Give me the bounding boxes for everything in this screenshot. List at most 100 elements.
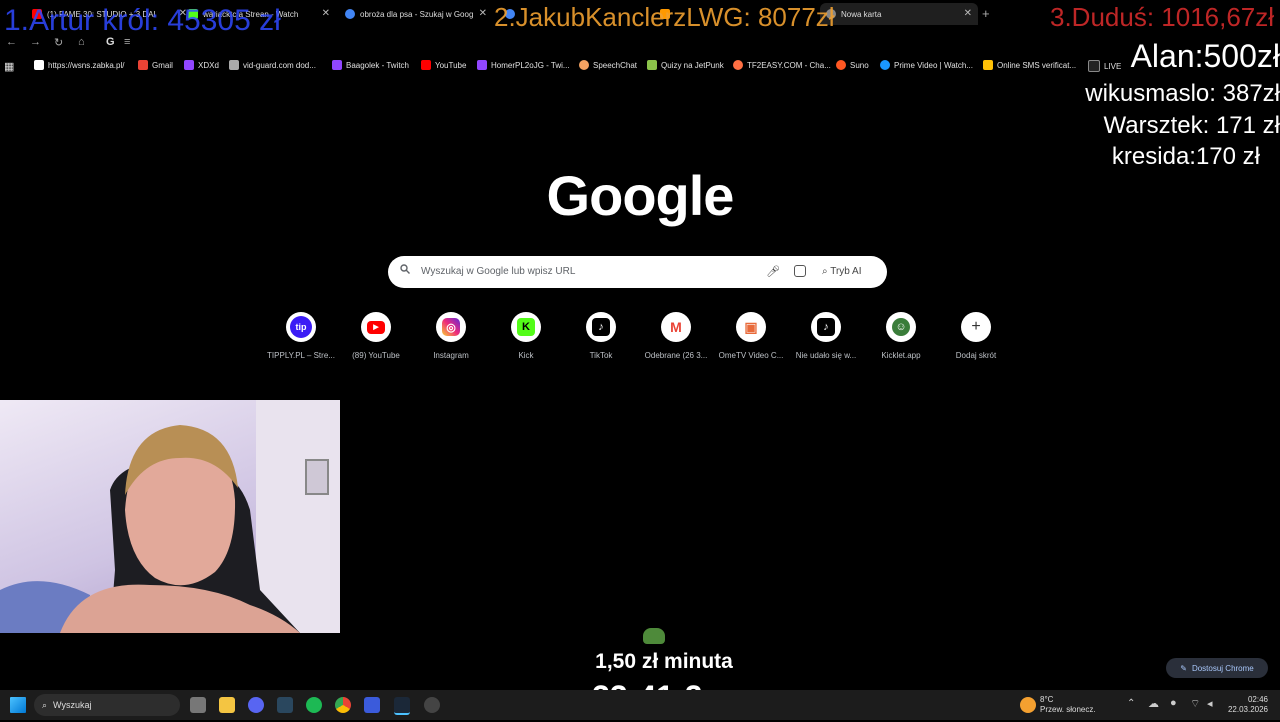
bookmark-suno[interactable]: Suno bbox=[836, 60, 869, 70]
gmail-icon: M bbox=[661, 312, 691, 342]
bookmark-label: https://wsns.zabka.pl/ bbox=[48, 61, 124, 70]
new-tab-button[interactable]: + bbox=[982, 6, 990, 21]
bookmark-xdxd[interactable]: XDXd bbox=[184, 60, 219, 70]
close-icon[interactable]: ✕ bbox=[964, 8, 972, 19]
shortcut-kicklet[interactable]: ☺ Kicklet.app bbox=[861, 312, 941, 360]
microphone-icon[interactable]: 🎤︎ bbox=[766, 265, 780, 278]
bookmark-label: SpeechChat bbox=[593, 61, 637, 70]
tab-new-tab[interactable]: Nowa karta ✕ bbox=[820, 3, 978, 25]
shortcut-tiktok[interactable]: ♪ TikTok bbox=[561, 312, 641, 360]
instagram-icon: ◎ bbox=[436, 312, 466, 342]
tab-3[interactable]: obroża dla psa - Szukaj w Goog ✕ bbox=[345, 3, 487, 25]
shortcut-label: Kicklet.app bbox=[861, 351, 941, 360]
plus-icon: + bbox=[961, 312, 991, 342]
lens-icon[interactable] bbox=[794, 265, 806, 277]
google-icon bbox=[345, 9, 355, 19]
shortcut-label: Odebrane (26 3... bbox=[636, 351, 716, 360]
shortcut-kick[interactable]: K Kick bbox=[486, 312, 566, 360]
jetpunk-icon bbox=[647, 60, 657, 70]
customize-label: Dostosuj Chrome bbox=[1192, 664, 1254, 673]
bookmark-jetpunk[interactable]: Quizy na JetPunk bbox=[647, 60, 724, 70]
bookmark-tf2easy[interactable]: TF2EASY.COM - Cha... bbox=[733, 60, 831, 70]
bookmark-label: YouTube bbox=[435, 61, 466, 70]
bookmark-label: Baagolek - Twitch bbox=[346, 61, 409, 70]
donor-third: 3.Duduś: 1016,67zł bbox=[1050, 2, 1274, 32]
ometv-icon: ▣ bbox=[736, 312, 766, 342]
file-explorer-icon[interactable] bbox=[219, 697, 235, 713]
back-icon[interactable]: ← bbox=[6, 36, 17, 48]
menu-icon[interactable]: ≡ bbox=[124, 36, 130, 48]
obs-icon[interactable] bbox=[424, 697, 440, 713]
app-icon[interactable] bbox=[364, 697, 380, 713]
bookmark-baagolek[interactable]: Baagolek - Twitch bbox=[332, 60, 409, 70]
suno-icon bbox=[836, 60, 846, 70]
chevron-up-icon[interactable]: ⌃ bbox=[1127, 698, 1135, 709]
bookmark-live[interactable]: LIVE bbox=[1088, 60, 1121, 72]
sms-icon bbox=[983, 60, 993, 70]
clock[interactable]: 02:46 22.03.2026 bbox=[1226, 695, 1268, 715]
kick-icon: K bbox=[511, 312, 541, 342]
shortcut-label: (89) YouTube bbox=[336, 351, 416, 360]
bookmarks-bar: ▦ https://wsns.zabka.pl/ Gmail XDXd vid-… bbox=[0, 58, 1280, 76]
windows-start-icon[interactable] bbox=[10, 697, 26, 713]
leaderboard-3: Warsztek: 171 zł bbox=[1104, 112, 1280, 140]
bookmark-gmail[interactable]: Gmail bbox=[138, 60, 173, 70]
shortcut-gmail[interactable]: M Odebrane (26 3... bbox=[636, 312, 716, 360]
bookmark-label: Online SMS verificat... bbox=[997, 61, 1076, 70]
shortcut-ometv[interactable]: ▣ OmeTV Video C... bbox=[711, 312, 791, 360]
bookmark-sms[interactable]: Online SMS verificat... bbox=[983, 60, 1076, 70]
leaderboard-1: Alan:500zł bbox=[1131, 38, 1280, 75]
bookmark-label: Quizy na JetPunk bbox=[661, 61, 724, 70]
youtube-icon bbox=[421, 60, 431, 70]
shortcut-tipply[interactable]: tip TIPPLY.PL – Stre... bbox=[261, 312, 341, 360]
chrome-icon[interactable] bbox=[335, 697, 351, 713]
task-view-icon[interactable] bbox=[190, 697, 206, 713]
pepe-emote bbox=[643, 628, 665, 644]
tab-title: Nowa karta bbox=[841, 10, 881, 19]
discord-icon[interactable] bbox=[248, 697, 264, 713]
close-icon[interactable]: ✕ bbox=[322, 8, 330, 19]
reload-icon[interactable]: ↻ bbox=[54, 36, 63, 49]
spotify-icon[interactable] bbox=[306, 697, 322, 713]
shortcut-label: TikTok bbox=[561, 351, 641, 360]
forward-icon[interactable]: → bbox=[30, 36, 41, 48]
youtube-icon: ▶ bbox=[361, 312, 391, 342]
google-logo: Google bbox=[0, 163, 1280, 228]
shortcut-tiktok-2[interactable]: ♪ Nie udało się w... bbox=[786, 312, 866, 360]
bookmark-speechchat[interactable]: SpeechChat bbox=[579, 60, 637, 70]
cloud-icon[interactable]: ☁ bbox=[1148, 697, 1159, 710]
ai-mode-button[interactable]: ⌕ Tryb AI bbox=[822, 266, 862, 277]
shortcut-label: OmeTV Video C... bbox=[711, 351, 791, 360]
bookmark-prime[interactable]: Prime Video | Watch... bbox=[880, 60, 973, 70]
bookmark-label: Prime Video | Watch... bbox=[894, 61, 973, 70]
search-input[interactable]: Wyszukaj w Google lub wpisz URL bbox=[421, 266, 575, 277]
bookmark-zabka[interactable]: https://wsns.zabka.pl/ bbox=[34, 60, 124, 70]
google-g-icon: G bbox=[106, 36, 115, 48]
shortcut-add[interactable]: + Dodaj skrót bbox=[936, 312, 1016, 360]
search-icon bbox=[400, 264, 410, 274]
page-icon bbox=[34, 60, 44, 70]
donor-second: 2.JakubKanclerzLWG: 8077zł bbox=[494, 2, 835, 32]
shortcut-youtube[interactable]: ▶ (89) YouTube bbox=[336, 312, 416, 360]
wifi-icon[interactable]: ⌔ bbox=[1190, 697, 1200, 711]
search-icon: ⌕ bbox=[42, 700, 47, 711]
microphone-icon[interactable]: ● bbox=[1170, 697, 1177, 709]
close-icon[interactable]: ✕ bbox=[479, 8, 487, 19]
taskbar-search[interactable]: ⌕Wyszukaj bbox=[34, 694, 180, 716]
home-icon[interactable]: ⌂ bbox=[78, 36, 85, 48]
bookmark-label: LIVE bbox=[1104, 62, 1121, 71]
steam-icon[interactable] bbox=[277, 697, 293, 713]
bookmark-youtube[interactable]: YouTube bbox=[421, 60, 466, 70]
shortcut-instagram[interactable]: ◎ Instagram bbox=[411, 312, 491, 360]
bookmark-homer[interactable]: HomerPL2oJG - Twi... bbox=[477, 60, 570, 70]
clock-date: 22.03.2026 bbox=[1226, 705, 1268, 715]
apps-icon[interactable]: ▦ bbox=[4, 60, 14, 73]
volume-icon[interactable]: ◂ bbox=[1207, 697, 1213, 710]
weather-widget[interactable]: 8°C Przew. słonecz. bbox=[1040, 695, 1096, 715]
tiktok-icon: ♪ bbox=[586, 312, 616, 342]
bookmark-vidguard[interactable]: vid-guard.com dod... bbox=[229, 60, 316, 70]
search-box[interactable]: Wyszukaj w Google lub wpisz URL 🎤︎ ⌕ Try… bbox=[388, 256, 887, 288]
steam-icon-2[interactable] bbox=[394, 697, 410, 715]
customize-chrome-button[interactable]: ✎Dostosuj Chrome bbox=[1166, 658, 1268, 678]
shortcut-label: Nie udało się w... bbox=[786, 351, 866, 360]
